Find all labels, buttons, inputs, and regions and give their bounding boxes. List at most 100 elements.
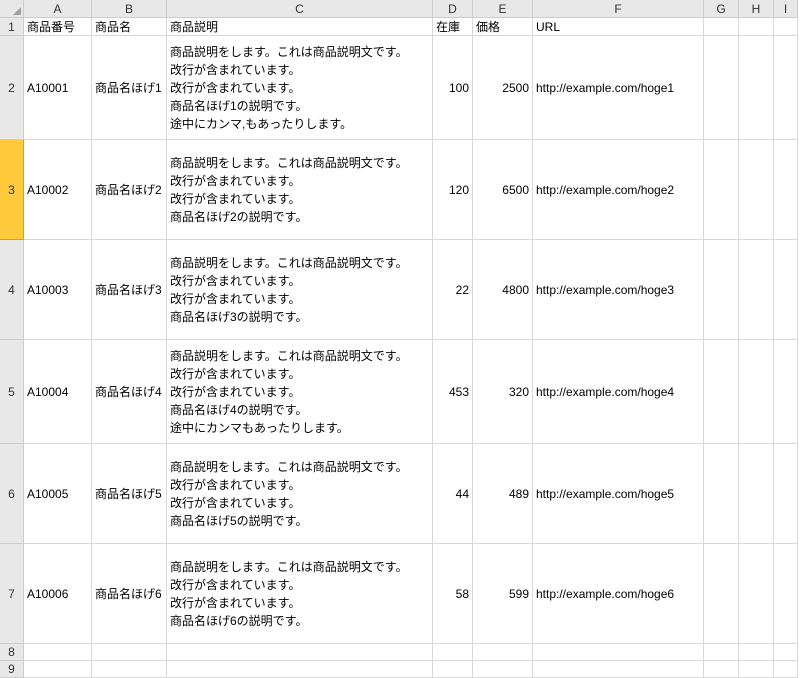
cell-2-g[interactable] bbox=[704, 36, 739, 140]
cell-8-h[interactable] bbox=[739, 644, 774, 661]
cell-4-b[interactable]: 商品名ほげ3 bbox=[92, 240, 167, 340]
cell-8-b[interactable] bbox=[92, 644, 167, 661]
row-header-1[interactable]: 1 bbox=[0, 18, 24, 36]
cell-5-d[interactable]: 453 bbox=[433, 340, 473, 444]
column-header-d[interactable]: D bbox=[433, 0, 473, 18]
cell-3-h[interactable] bbox=[739, 140, 774, 240]
cell-3-i[interactable] bbox=[774, 140, 798, 240]
cell-1-h[interactable] bbox=[739, 18, 774, 36]
cell-3-g[interactable] bbox=[704, 140, 739, 240]
cell-9-e[interactable] bbox=[473, 661, 533, 678]
cell-1-f[interactable]: URL bbox=[533, 18, 704, 36]
row-header-8[interactable]: 8 bbox=[0, 644, 24, 661]
cell-9-a[interactable] bbox=[24, 661, 92, 678]
row-header-5[interactable]: 5 bbox=[0, 340, 24, 444]
cell-9-f[interactable] bbox=[533, 661, 704, 678]
cell-7-i[interactable] bbox=[774, 544, 798, 644]
cell-7-a[interactable]: A10006 bbox=[24, 544, 92, 644]
cell-5-f[interactable]: http://example.com/hoge4 bbox=[533, 340, 704, 444]
cell-9-h[interactable] bbox=[739, 661, 774, 678]
cell-4-h[interactable] bbox=[739, 240, 774, 340]
cell-9-d[interactable] bbox=[433, 661, 473, 678]
cell-1-g[interactable] bbox=[704, 18, 739, 36]
cell-6-g[interactable] bbox=[704, 444, 739, 544]
row-header-4[interactable]: 4 bbox=[0, 240, 24, 340]
cell-1-b[interactable]: 商品名 bbox=[92, 18, 167, 36]
cell-7-f[interactable]: http://example.com/hoge6 bbox=[533, 544, 704, 644]
cell-5-h[interactable] bbox=[739, 340, 774, 444]
cell-2-c[interactable]: 商品説明をします。これは商品説明文です。 改行が含まれています。 改行が含まれて… bbox=[167, 36, 433, 140]
cell-5-i[interactable] bbox=[774, 340, 798, 444]
cell-4-e[interactable]: 4800 bbox=[473, 240, 533, 340]
cell-8-g[interactable] bbox=[704, 644, 739, 661]
cell-6-e[interactable]: 489 bbox=[473, 444, 533, 544]
cell-2-f[interactable]: http://example.com/hoge1 bbox=[533, 36, 704, 140]
cell-8-f[interactable] bbox=[533, 644, 704, 661]
column-header-b[interactable]: B bbox=[92, 0, 167, 18]
cell-6-a[interactable]: A10005 bbox=[24, 444, 92, 544]
cell-2-d[interactable]: 100 bbox=[433, 36, 473, 140]
column-header-a[interactable]: A bbox=[24, 0, 92, 18]
cell-7-c[interactable]: 商品説明をします。これは商品説明文です。 改行が含まれています。 改行が含まれて… bbox=[167, 544, 433, 644]
cell-1-a[interactable]: 商品番号 bbox=[24, 18, 92, 36]
cell-8-a[interactable] bbox=[24, 644, 92, 661]
cell-6-c[interactable]: 商品説明をします。これは商品説明文です。 改行が含まれています。 改行が含まれて… bbox=[167, 444, 433, 544]
cell-1-e[interactable]: 価格 bbox=[473, 18, 533, 36]
cell-7-g[interactable] bbox=[704, 544, 739, 644]
spreadsheet-grid[interactable]: ABCDEFGHI1商品番号商品名商品説明在庫価格URL2A10001商品名ほげ… bbox=[0, 0, 800, 678]
cell-9-c[interactable] bbox=[167, 661, 433, 678]
row-header-6[interactable]: 6 bbox=[0, 444, 24, 544]
cell-4-d[interactable]: 22 bbox=[433, 240, 473, 340]
cell-7-h[interactable] bbox=[739, 544, 774, 644]
cell-5-a[interactable]: A10004 bbox=[24, 340, 92, 444]
cell-3-b[interactable]: 商品名ほげ2 bbox=[92, 140, 167, 240]
cell-6-i[interactable] bbox=[774, 444, 798, 544]
cell-6-b[interactable]: 商品名ほげ5 bbox=[92, 444, 167, 544]
cell-4-i[interactable] bbox=[774, 240, 798, 340]
cell-2-a[interactable]: A10001 bbox=[24, 36, 92, 140]
cell-2-b[interactable]: 商品名ほげ1 bbox=[92, 36, 167, 140]
cell-2-e[interactable]: 2500 bbox=[473, 36, 533, 140]
cell-4-a[interactable]: A10003 bbox=[24, 240, 92, 340]
cell-8-c[interactable] bbox=[167, 644, 433, 661]
cell-3-c[interactable]: 商品説明をします。これは商品説明文です。 改行が含まれています。 改行が含まれて… bbox=[167, 140, 433, 240]
select-all-corner[interactable] bbox=[0, 0, 24, 18]
cell-8-d[interactable] bbox=[433, 644, 473, 661]
row-header-7[interactable]: 7 bbox=[0, 544, 24, 644]
cell-7-b[interactable]: 商品名ほげ6 bbox=[92, 544, 167, 644]
cell-2-i[interactable] bbox=[774, 36, 798, 140]
cell-3-d[interactable]: 120 bbox=[433, 140, 473, 240]
cell-2-h[interactable] bbox=[739, 36, 774, 140]
cell-4-g[interactable] bbox=[704, 240, 739, 340]
column-header-h[interactable]: H bbox=[739, 0, 774, 18]
column-header-f[interactable]: F bbox=[533, 0, 704, 18]
cell-1-d[interactable]: 在庫 bbox=[433, 18, 473, 36]
cell-5-c[interactable]: 商品説明をします。これは商品説明文です。 改行が含まれています。 改行が含まれて… bbox=[167, 340, 433, 444]
cell-6-f[interactable]: http://example.com/hoge5 bbox=[533, 444, 704, 544]
column-header-i[interactable]: I bbox=[774, 0, 798, 18]
column-header-e[interactable]: E bbox=[473, 0, 533, 18]
cell-8-e[interactable] bbox=[473, 644, 533, 661]
cell-7-e[interactable]: 599 bbox=[473, 544, 533, 644]
cell-3-f[interactable]: http://example.com/hoge2 bbox=[533, 140, 704, 240]
cell-5-e[interactable]: 320 bbox=[473, 340, 533, 444]
cell-9-g[interactable] bbox=[704, 661, 739, 678]
cell-6-h[interactable] bbox=[739, 444, 774, 544]
cell-9-i[interactable] bbox=[774, 661, 798, 678]
cell-5-g[interactable] bbox=[704, 340, 739, 444]
cell-7-d[interactable]: 58 bbox=[433, 544, 473, 644]
cell-5-b[interactable]: 商品名ほげ4 bbox=[92, 340, 167, 444]
cell-4-c[interactable]: 商品説明をします。これは商品説明文です。 改行が含まれています。 改行が含まれて… bbox=[167, 240, 433, 340]
cell-8-i[interactable] bbox=[774, 644, 798, 661]
cell-3-a[interactable]: A10002 bbox=[24, 140, 92, 240]
column-header-g[interactable]: G bbox=[704, 0, 739, 18]
row-header-3[interactable]: 3 bbox=[0, 140, 24, 240]
cell-1-i[interactable] bbox=[774, 18, 798, 36]
cell-1-c[interactable]: 商品説明 bbox=[167, 18, 433, 36]
row-header-2[interactable]: 2 bbox=[0, 36, 24, 140]
cell-3-e[interactable]: 6500 bbox=[473, 140, 533, 240]
cell-6-d[interactable]: 44 bbox=[433, 444, 473, 544]
cell-4-f[interactable]: http://example.com/hoge3 bbox=[533, 240, 704, 340]
column-header-c[interactable]: C bbox=[167, 0, 433, 18]
row-header-9[interactable]: 9 bbox=[0, 661, 24, 678]
